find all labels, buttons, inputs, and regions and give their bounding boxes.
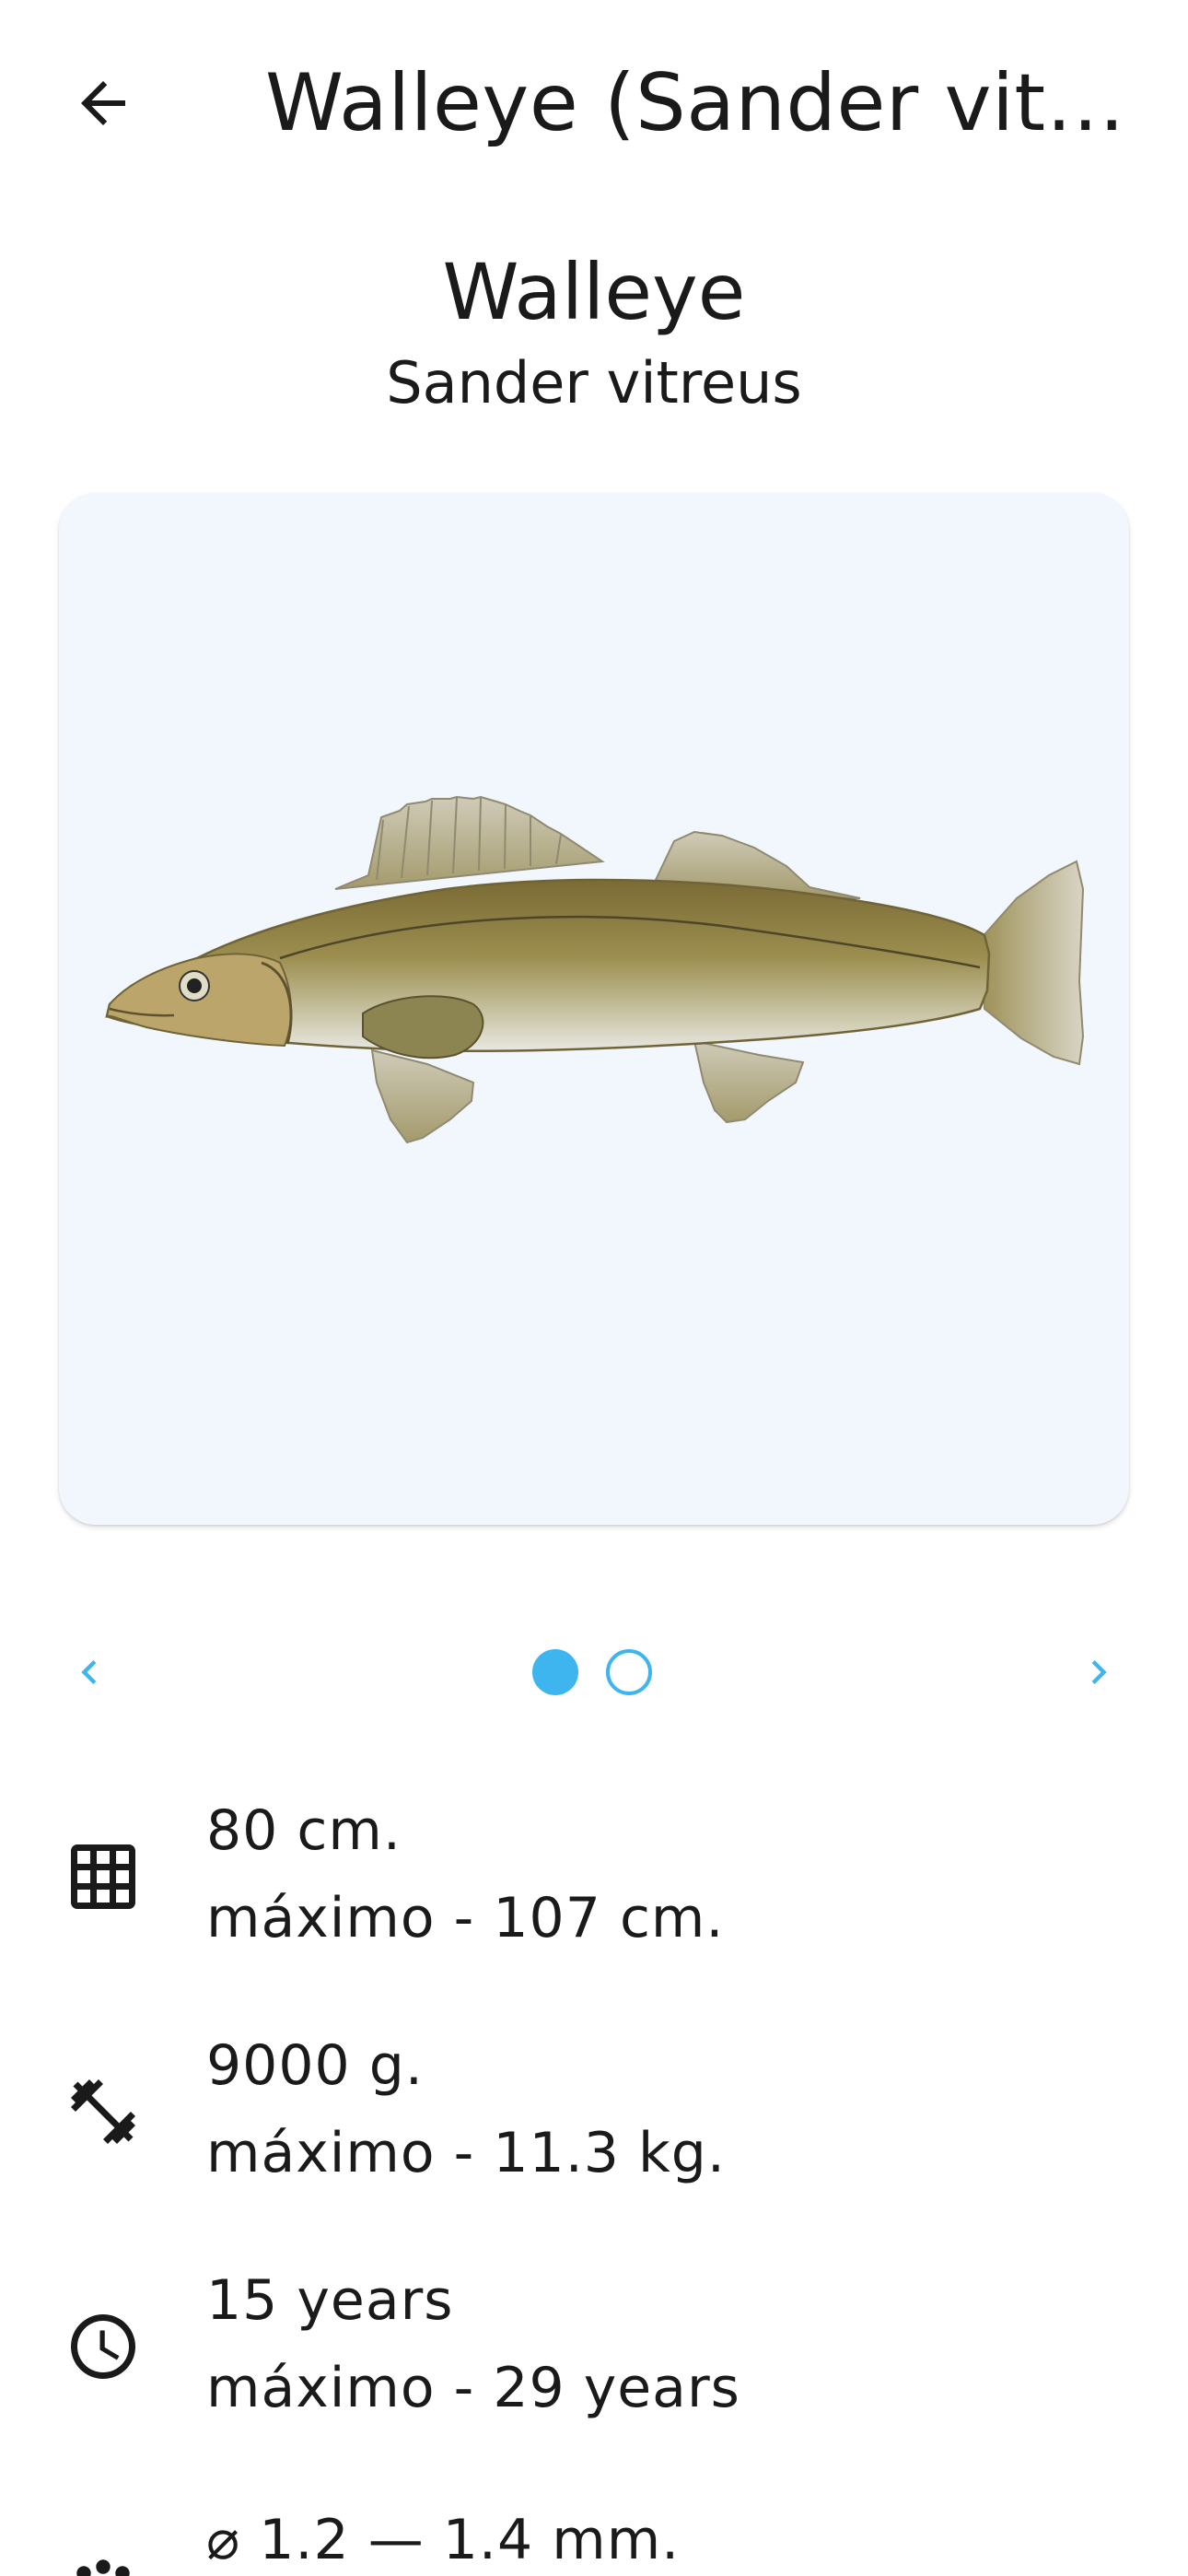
length-value: 80 cm. bbox=[206, 1798, 402, 1863]
weight-text: 9000 g. máximo - 11.3 kg. bbox=[206, 2022, 726, 2197]
grid-icon bbox=[64, 1838, 142, 1915]
fish-image-card[interactable] bbox=[59, 493, 1129, 1525]
age-max: máximo - 29 years bbox=[206, 2356, 740, 2420]
length-max: máximo - 107 cm. bbox=[206, 1886, 725, 1950]
weight-max: máximo - 11.3 kg. bbox=[206, 2121, 726, 2185]
weight-stat: 9000 g. máximo - 11.3 kg. bbox=[0, 2022, 1188, 2225]
age-value: 15 years bbox=[206, 2268, 454, 2333]
eggs-diameter: ⌀ 1.2 — 1.4 mm. bbox=[206, 2508, 681, 2572]
species-heading: Walleye Sander vitreus bbox=[0, 241, 1188, 420]
scientific-name: Sander vitreus bbox=[386, 349, 802, 416]
page-dot[interactable] bbox=[606, 1649, 652, 1695]
chevron-left-icon bbox=[81, 1660, 97, 1684]
app-bar: Walleye (Sander vitre… bbox=[0, 0, 1188, 206]
common-name: Walleye bbox=[442, 247, 746, 337]
length-stat: 80 cm. máximo - 107 cm. bbox=[0, 1787, 1188, 1990]
chevron-right-icon bbox=[1091, 1660, 1107, 1684]
eggs-icon bbox=[64, 2547, 142, 2576]
fish-illustration bbox=[105, 795, 1085, 1144]
page-title: Walleye (Sander vitre… bbox=[265, 57, 1131, 149]
page-dot-active[interactable] bbox=[532, 1649, 578, 1695]
next-image-button[interactable] bbox=[1057, 1631, 1140, 1714]
arrow-left-icon bbox=[81, 81, 125, 125]
eggs-text: ⌀ 1.2 — 1.4 mm. bbox=[206, 2497, 680, 2576]
carousel-navigation bbox=[0, 1631, 1188, 1714]
age-text: 15 years máximo - 29 years bbox=[206, 2257, 740, 2432]
clock-icon bbox=[64, 2308, 142, 2385]
back-button[interactable] bbox=[52, 52, 155, 155]
length-text: 80 cm. máximo - 107 cm. bbox=[206, 1787, 724, 1962]
previous-image-button[interactable] bbox=[48, 1631, 131, 1714]
dumbbell-icon bbox=[64, 2073, 142, 2150]
eggs-stat: ⌀ 1.2 — 1.4 mm. bbox=[0, 2497, 1188, 2576]
page-indicator bbox=[532, 1649, 652, 1695]
age-stat: 15 years máximo - 29 years bbox=[0, 2257, 1188, 2460]
weight-value: 9000 g. bbox=[206, 2033, 424, 2098]
